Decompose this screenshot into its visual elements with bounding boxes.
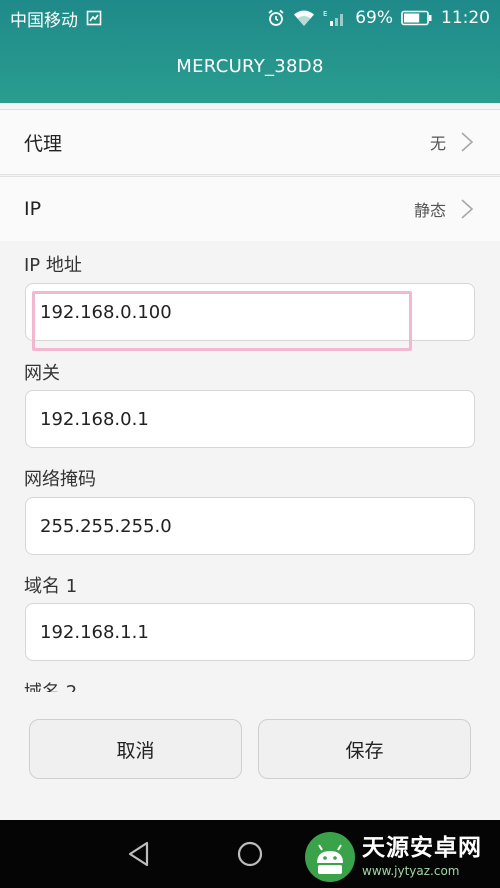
status-bar: 中国移动 E 69% 11:20 — [0, 0, 500, 36]
gateway-label: 网关 — [24, 363, 60, 384]
watermark-text: 天源安卓网 www.jytyaz.com — [362, 835, 482, 878]
sim-card-icon — [86, 10, 102, 26]
home-icon[interactable] — [236, 840, 264, 868]
ip-address-label: IP 地址 — [24, 255, 82, 276]
watermark-url: www.jytyaz.com — [362, 864, 460, 878]
status-left: 中国移动 — [10, 6, 102, 31]
ip-mode-row[interactable]: IP 静态 — [0, 176, 500, 242]
netmask-input[interactable]: 255.255.255.0 — [25, 497, 475, 555]
ip-mode-label: IP — [24, 198, 42, 220]
chevron-right-icon — [461, 199, 474, 219]
status-right: E 69% 11:20 — [267, 8, 490, 28]
gateway-input[interactable]: 192.168.0.1 — [25, 390, 475, 448]
button-bar: 取消 保存 — [0, 692, 500, 820]
android-logo-icon — [305, 832, 355, 882]
watermark-title: 天源安卓网 — [362, 835, 482, 861]
proxy-value: 无 — [429, 134, 446, 153]
wifi-icon — [293, 9, 315, 27]
battery-icon — [401, 10, 433, 26]
ip-mode-value-group: 静态 — [414, 197, 474, 221]
cancel-button[interactable]: 取消 — [29, 719, 242, 779]
alarm-icon — [267, 9, 285, 27]
proxy-row[interactable]: 代理 无 — [0, 109, 500, 175]
watermark: 天源安卓网 www.jytyaz.com — [304, 828, 500, 886]
app-header: 中国移动 E 69% 11:20 MERCURY_38D8 — [0, 0, 500, 103]
chevron-right-icon — [461, 132, 474, 152]
dns1-label: 域名 1 — [24, 576, 78, 597]
signal-icon: E — [323, 9, 347, 27]
netmask-label: 网络掩码 — [24, 469, 96, 490]
ip-mode-value: 静态 — [413, 201, 446, 220]
page-title: MERCURY_38D8 — [176, 56, 324, 77]
carrier-name: 中国移动 — [10, 10, 78, 31]
svg-text:E: E — [323, 10, 327, 18]
proxy-label: 代理 — [24, 132, 63, 155]
ip-address-input[interactable]: 192.168.0.100 — [25, 283, 475, 341]
proxy-value-group: 无 — [430, 130, 474, 154]
clock-time: 11:20 — [441, 8, 490, 28]
back-icon[interactable] — [126, 840, 152, 868]
battery-percent: 69% — [355, 8, 393, 28]
static-ip-form: IP 地址 192.168.0.100 网关 192.168.0.1 网络掩码 … — [0, 241, 500, 692]
dns2-label: 域名 2 — [24, 678, 77, 692]
dns1-input[interactable]: 192.168.1.1 — [25, 603, 475, 661]
save-button[interactable]: 保存 — [258, 719, 471, 779]
